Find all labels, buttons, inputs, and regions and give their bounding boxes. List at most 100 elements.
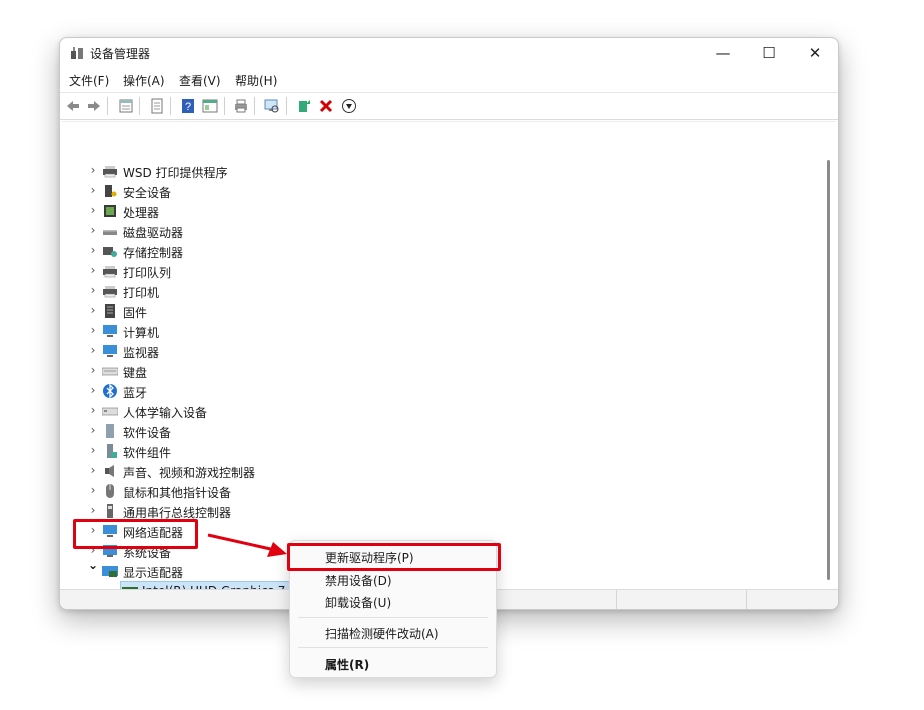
storage-controller-icon [103, 247, 117, 257]
chevron-right-icon[interactable]: › [88, 403, 98, 417]
chevron-right-icon[interactable]: › [88, 243, 98, 257]
tree-item-label: 存储控制器 [123, 246, 184, 260]
close-button[interactable]: ✕ [792, 38, 838, 68]
maximize-icon: ☐ [762, 44, 776, 62]
tree-item[interactable]: › 软件组件 [62, 441, 822, 461]
tree-item[interactable]: › 打印队列 [62, 261, 822, 281]
forward-icon[interactable] [86, 98, 102, 114]
chevron-right-icon[interactable]: › [88, 183, 98, 197]
chevron-down-icon[interactable]: ⌄ [88, 558, 98, 572]
tree-item-label: 软件组件 [123, 446, 172, 460]
tree-item-label: 蓝牙 [123, 386, 148, 400]
ctx-scan-hardware[interactable]: 扫描检测硬件改动(A) [325, 625, 439, 642]
tree-item-label: 打印队列 [123, 266, 172, 280]
toolbar-separator [254, 97, 255, 115]
print-queue-icon [103, 266, 117, 278]
toolbar: ? [60, 92, 838, 120]
status-divider [746, 590, 747, 609]
tree-item[interactable]: › 软件设备 [62, 421, 822, 441]
tree-item-label: 安全设备 [123, 186, 172, 200]
toolbar-separator [286, 97, 287, 115]
tree-item-label: 人体学输入设备 [123, 406, 208, 420]
ctx-separator [298, 647, 488, 648]
close-icon: ✕ [808, 44, 822, 62]
tree-item[interactable]: › 蓝牙 [62, 381, 822, 401]
tree-item[interactable]: › 通用串行总线控制器 [62, 501, 822, 521]
print-icon[interactable] [233, 98, 249, 114]
tree-item-label: 显示适配器 [123, 566, 184, 580]
ctx-separator [298, 617, 488, 618]
status-divider [616, 590, 617, 609]
tree-item[interactable]: › 鼠标和其他指针设备 [62, 481, 822, 501]
tree-item[interactable]: › 声音、视频和游戏控制器 [62, 461, 822, 481]
window-title: 设备管理器 [90, 47, 151, 61]
menu-action[interactable]: 操作(A) [123, 72, 165, 89]
chevron-right-icon[interactable]: › [88, 423, 98, 437]
tree-item[interactable]: › 监视器 [62, 341, 822, 361]
menu-help[interactable]: 帮助(H) [235, 72, 277, 89]
device-manager-app-icon [71, 47, 83, 59]
view-icon[interactable] [202, 98, 218, 114]
maximize-button[interactable]: ☐ [746, 38, 792, 68]
chevron-right-icon[interactable]: › [88, 443, 98, 457]
tree-item[interactable]: › 处理器 [62, 201, 822, 221]
chevron-right-icon[interactable]: › [88, 503, 98, 517]
tree-item[interactable]: › WSD 打印提供程序 [62, 161, 822, 181]
help-icon[interactable]: ? [180, 98, 196, 114]
uninstall-icon[interactable] [318, 98, 334, 114]
tree-item[interactable]: › 计算机 [62, 321, 822, 341]
tree-item-label: 打印机 [123, 286, 160, 300]
software-device-icon [106, 424, 114, 438]
chevron-right-icon[interactable]: › [88, 263, 98, 277]
ctx-uninstall-device[interactable]: 卸载设备(U) [325, 594, 391, 611]
chevron-right-icon[interactable]: › [88, 343, 98, 357]
toolbar-separator [224, 97, 225, 115]
annotation-box-update-driver [287, 543, 501, 571]
tree-item[interactable]: › 人体学输入设备 [62, 401, 822, 421]
chevron-right-icon[interactable]: › [88, 163, 98, 177]
chevron-right-icon[interactable]: › [88, 283, 98, 297]
printer-icon [103, 286, 117, 298]
minimize-button[interactable]: — [700, 38, 746, 68]
chevron-right-icon[interactable]: › [88, 363, 98, 377]
tree-item-label: WSD 打印提供程序 [123, 166, 228, 180]
toolbar-separator [139, 97, 140, 115]
chevron-right-icon[interactable]: › [88, 323, 98, 337]
tree-item-label: 计算机 [123, 326, 160, 340]
menu-view[interactable]: 查看(V) [179, 72, 221, 89]
show-hidden-icon[interactable] [149, 98, 165, 114]
chevron-right-icon[interactable]: › [88, 483, 98, 497]
tree-item[interactable]: › 键盘 [62, 361, 822, 381]
tree-item[interactable]: › 磁盘驱动器 [62, 221, 822, 241]
download-icon[interactable] [341, 98, 357, 114]
tree-item[interactable]: › 存储控制器 [62, 241, 822, 261]
toolbar-separator [107, 97, 108, 115]
bluetooth-icon [103, 384, 117, 398]
tree-item[interactable]: › 固件 [62, 301, 822, 321]
properties-icon[interactable] [118, 98, 134, 114]
minimize-icon: — [715, 44, 731, 62]
annotation-arrow [207, 533, 287, 557]
back-icon[interactable] [65, 98, 81, 114]
chevron-right-icon[interactable]: › [88, 383, 98, 397]
menu-bar: 文件(F) 操作(A) 查看(V) 帮助(H) [60, 69, 838, 91]
ctx-disable-device[interactable]: 禁用设备(D) [325, 572, 392, 589]
add-driver-icon[interactable] [296, 98, 312, 114]
mouse-icon [106, 484, 114, 498]
usb-icon [107, 504, 113, 518]
tree-item[interactable]: › 打印机 [62, 281, 822, 301]
ctx-properties[interactable]: 属性(R) [325, 656, 369, 673]
chevron-right-icon[interactable]: › [88, 223, 98, 237]
chevron-right-icon[interactable]: › [88, 303, 98, 317]
vertical-scrollbar[interactable] [827, 160, 830, 580]
printer-wsd-icon [103, 166, 117, 178]
chevron-right-icon[interactable]: › [88, 463, 98, 477]
scan-hardware-icon[interactable] [264, 98, 280, 114]
tree-item[interactable]: › 安全设备 [62, 181, 822, 201]
chevron-right-icon[interactable]: › [88, 203, 98, 217]
processor-icon [104, 205, 116, 217]
tree-item-label: 监视器 [123, 346, 160, 360]
svg-text:?: ? [185, 101, 191, 113]
tree-item-label: 鼠标和其他指针设备 [123, 486, 232, 500]
menu-file[interactable]: 文件(F) [69, 72, 109, 89]
